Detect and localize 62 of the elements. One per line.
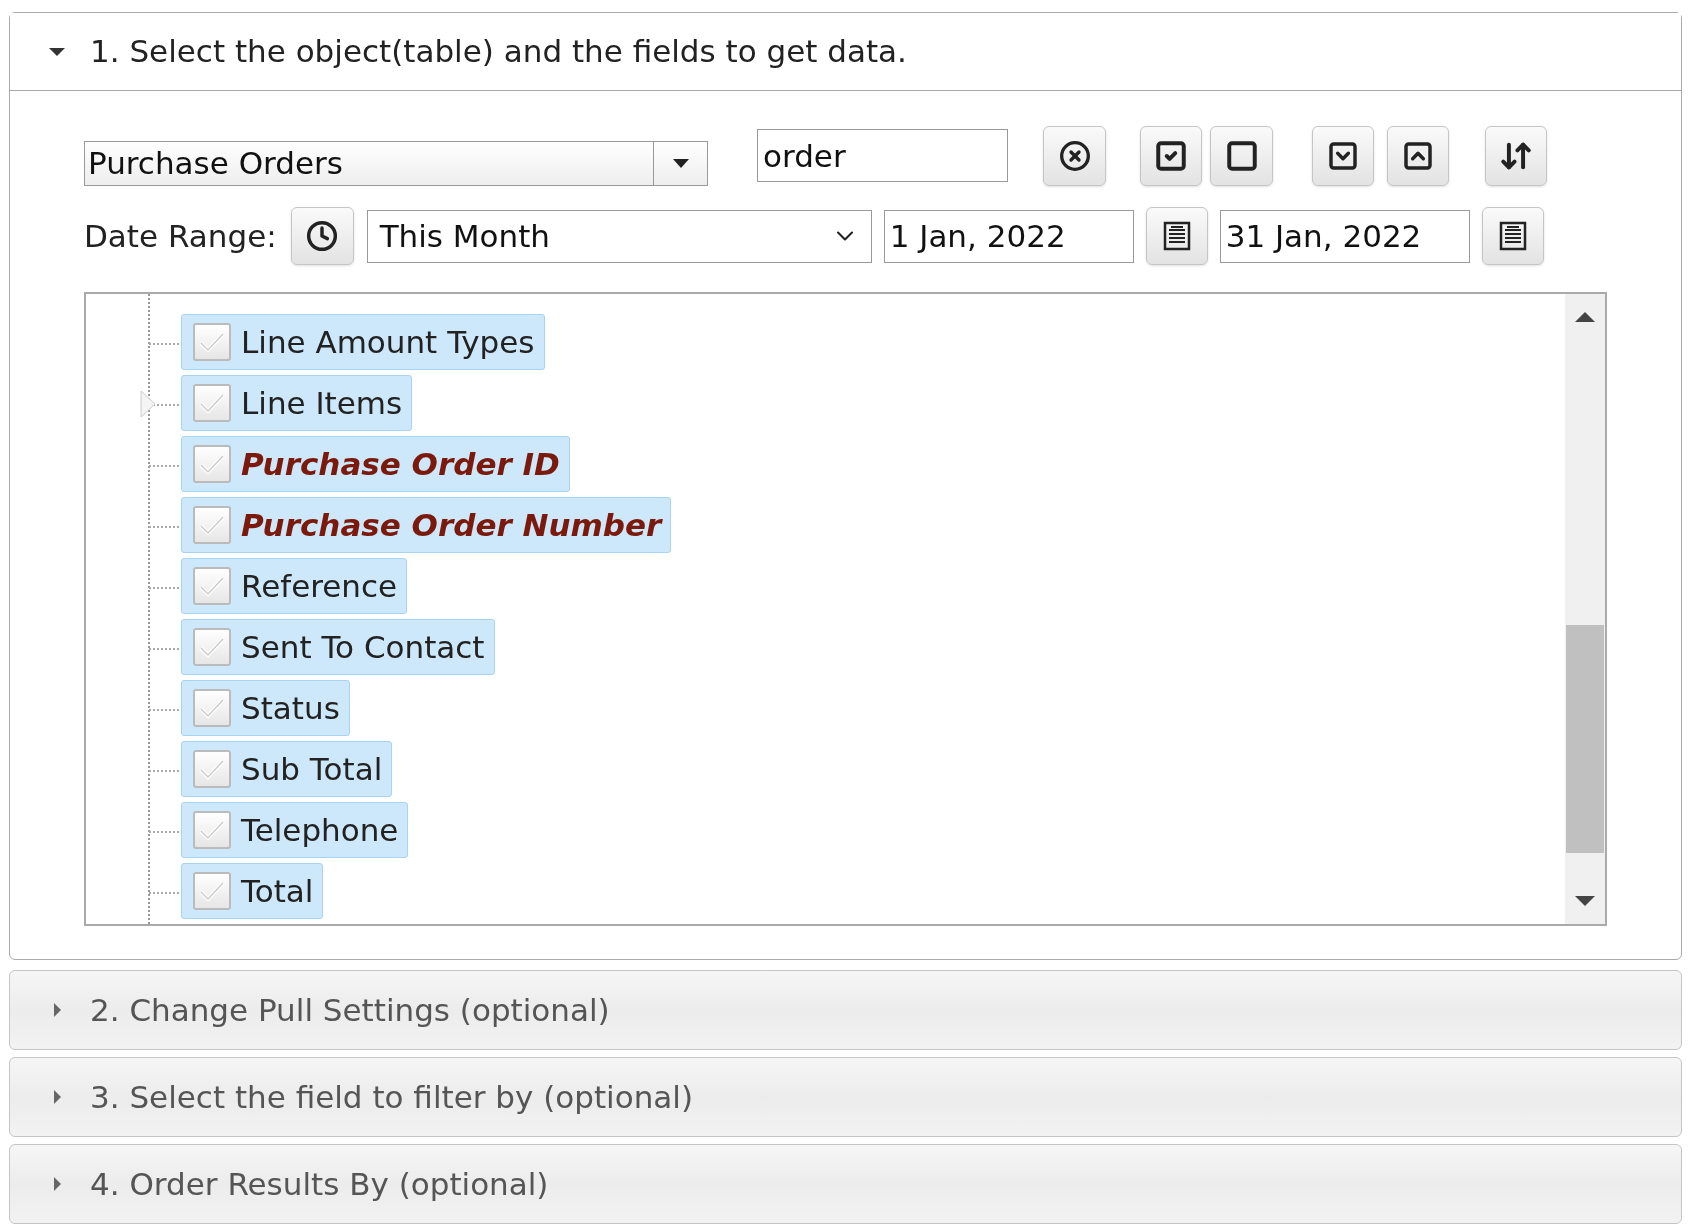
collapse-all-button[interactable]: [1387, 125, 1449, 186]
checked-square-icon: [1154, 138, 1188, 173]
list-icon: [1162, 221, 1191, 251]
dropdown-arrow-icon: [672, 158, 689, 169]
tree-item[interactable]: Reference: [181, 558, 408, 614]
scroll-up-icon[interactable]: [1575, 311, 1595, 323]
check-icon: [199, 392, 225, 414]
tree-item[interactable]: Purchase Order Number: [181, 497, 672, 553]
check-icon: [199, 575, 225, 597]
checkbox[interactable]: [193, 323, 231, 361]
sort-button[interactable]: [1485, 125, 1547, 186]
scrollbar[interactable]: [1565, 294, 1605, 924]
checkbox[interactable]: [193, 567, 231, 605]
tree-item[interactable]: Sub Total: [181, 741, 393, 797]
tree-item[interactable]: Telephone: [181, 802, 409, 858]
calendar-button[interactable]: [1481, 207, 1544, 265]
square-up-icon: [1402, 139, 1434, 172]
tree-item[interactable]: Purchase Order ID: [181, 436, 570, 492]
checkbox[interactable]: [193, 689, 231, 727]
check-icon: [199, 453, 225, 475]
date-preset-select[interactable]: This Month: [366, 209, 872, 263]
check-icon: [199, 331, 225, 353]
calendar-button[interactable]: [1145, 207, 1208, 265]
date-range-label: Date Range:: [84, 216, 277, 256]
end-date-field[interactable]: 31 Jan, 2022: [1219, 209, 1470, 263]
section-header[interactable]: 3. Select the field to filter by (optional): [9, 1057, 1682, 1137]
section-header[interactable]: 2. Change Pull Settings (optional): [9, 970, 1682, 1050]
uncheck-all-button[interactable]: [1210, 125, 1273, 186]
tree-item[interactable]: Line Amount Types: [181, 314, 545, 370]
checkbox[interactable]: [193, 628, 231, 666]
check-icon: [199, 514, 225, 536]
empty-square-icon: [1224, 138, 1259, 173]
expand-all-button[interactable]: [1312, 125, 1374, 186]
section-header[interactable]: 1. Select the object(table) and the fields to get data.: [10, 13, 1681, 91]
clear-button[interactable]: [1043, 125, 1106, 186]
check-icon: [199, 758, 225, 780]
check-all-button[interactable]: [1140, 125, 1202, 186]
tree-item[interactable]: Status: [181, 680, 350, 736]
start-date-field[interactable]: 1 Jan, 2022: [883, 209, 1134, 263]
checkbox[interactable]: [193, 384, 231, 422]
section-header[interactable]: 4. Order Results By (optional): [9, 1144, 1682, 1224]
checkbox[interactable]: [193, 811, 231, 849]
expand-arrow-icon[interactable]: [139, 389, 157, 419]
object-select[interactable]: Purchase Orders: [84, 141, 708, 186]
tree-item[interactable]: Line Items: [181, 375, 413, 431]
scroll-down-icon[interactable]: [1575, 895, 1595, 907]
check-icon: [199, 880, 225, 902]
clock-button[interactable]: [290, 207, 354, 265]
tree-item[interactable]: Sent To Contact: [181, 619, 495, 675]
list-icon: [1498, 221, 1527, 251]
checkbox[interactable]: [193, 506, 231, 544]
clear-icon: [1058, 139, 1091, 172]
checkbox[interactable]: [193, 445, 231, 483]
checkbox[interactable]: [193, 750, 231, 788]
checkbox[interactable]: [193, 872, 231, 910]
square-down-icon: [1327, 139, 1359, 172]
search-field[interactable]: order: [757, 129, 1008, 182]
tree-item[interactable]: Total: [181, 863, 324, 919]
check-icon: [199, 697, 225, 719]
clock-icon: [306, 220, 339, 252]
check-icon: [199, 819, 225, 841]
check-icon: [199, 636, 225, 658]
